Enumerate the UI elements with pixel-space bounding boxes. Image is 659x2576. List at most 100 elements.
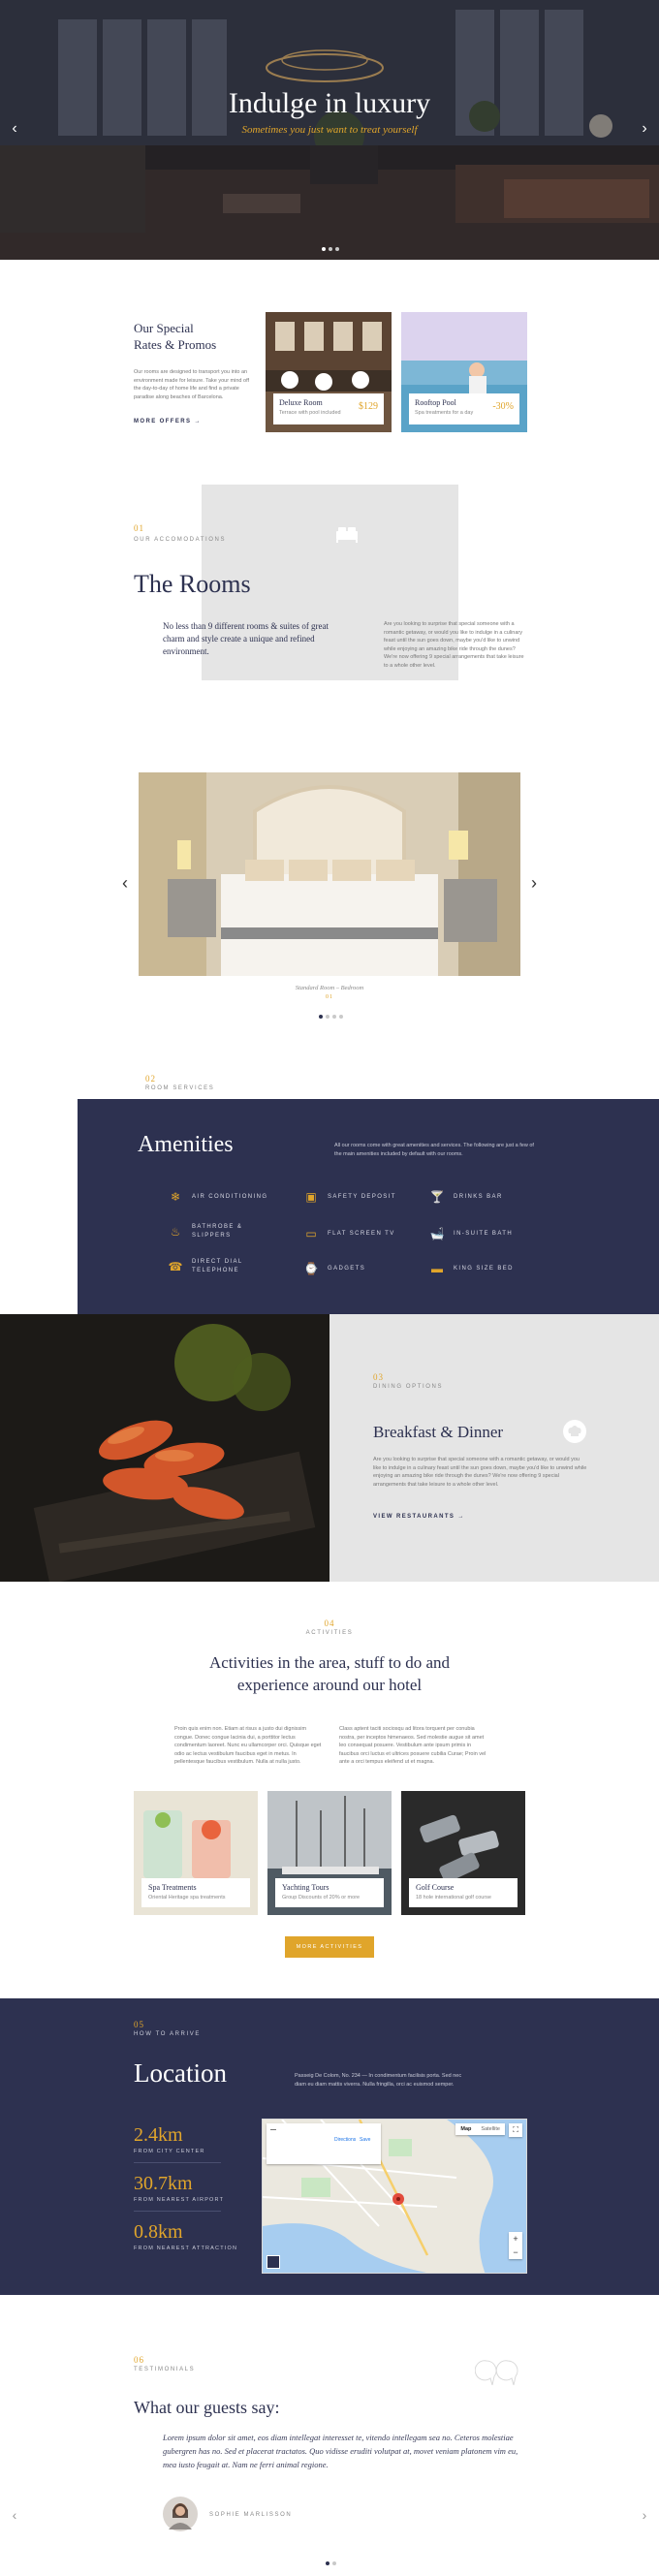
activity-desc: Oriental Heritage spa treatments <box>148 1895 226 1901</box>
map-widget[interactable]: — Directions Save Map Satellite ⛶ + − <box>262 2119 527 2274</box>
stat-attraction: 0.8km FROM NEAREST ATTRACTION <box>134 2221 237 2251</box>
hero-next-arrow-icon[interactable]: › <box>636 120 653 138</box>
activity-card-spa[interactable]: Spa Treatments Oriental Heritage spa tre… <box>134 1791 258 1915</box>
rooms-title: The Rooms <box>134 570 251 598</box>
testimonial-next-arrow-icon[interactable]: › <box>636 2506 653 2524</box>
testimonials-eyebrow: TESTIMONIALS <box>134 2367 196 2372</box>
more-activities-button[interactable]: MORE ACTIVITIES <box>285 1936 374 1958</box>
testimonials-number: 06 <box>134 2355 144 2365</box>
dining-grey-panel <box>330 1314 659 1582</box>
amenity-label: SAFETY DEPOSIT <box>328 1193 396 1200</box>
room-slide-image <box>139 772 520 976</box>
promo-card-deluxe[interactable]: Deluxe Room Terrace with pool included $… <box>266 312 392 432</box>
activity-label-spa: Spa Treatments Oriental Heritage spa tre… <box>141 1878 250 1907</box>
amenity-label: KING SIZE BED <box>454 1265 514 1272</box>
stat-divider <box>134 2211 221 2212</box>
map-tab-map[interactable]: Map <box>455 2123 476 2135</box>
rooms-section: 01 OUR ACCOMODATIONS The Rooms No less t… <box>0 485 659 1027</box>
testimonial-dot-2[interactable] <box>331 2561 336 2565</box>
testimonial-author: SOPHIE MARLISSON <box>209 2512 293 2518</box>
amenity-label-line2: TELEPHONE <box>192 1268 239 1273</box>
promo-price: $129 <box>359 401 378 412</box>
hero-dot-2[interactable] <box>328 247 332 251</box>
amenity-label: FLAT SCREEN TV <box>328 1230 395 1237</box>
rates-section: Our Special Rates & Promos Our rooms are… <box>0 291 659 456</box>
dining-eyebrow: DINING OPTIONS <box>373 1384 444 1390</box>
amenities-intro: All our rooms come with great amenities … <box>334 1143 534 1157</box>
room-dot-1[interactable] <box>318 1015 323 1019</box>
gadgets-icon: ⌚ <box>303 1262 319 1275</box>
map-type-toggle[interactable]: Map Satellite <box>455 2123 505 2135</box>
testimonial-dot-1[interactable] <box>325 2561 330 2565</box>
activity-label-yachting: Yachting Tours Group Discounts of 20% or… <box>275 1878 384 1907</box>
room-dot-4[interactable] <box>338 1015 343 1019</box>
map-directions-link[interactable]: Directions <box>334 2137 356 2143</box>
safety-deposit-icon: ▣ <box>305 1190 317 1204</box>
telephone-icon: ☎ <box>168 1260 183 1273</box>
dining-number: 03 <box>373 1372 384 1382</box>
king-size-bed-icon: ▬ <box>431 1262 443 1275</box>
amenity-safety-deposit: ▣ SAFETY DEPOSIT <box>302 1190 438 1204</box>
more-offers-label: MORE OFFERS <box>134 419 192 424</box>
testimonial-prev-arrow-icon[interactable]: ‹ <box>6 2506 23 2524</box>
location-section: 05 HOW TO ARRIVE Location Passeig De Col… <box>0 1998 659 2295</box>
testimonials-section: 06 TESTIMONIALS What our guests say: Lor… <box>0 2295 659 2576</box>
air-conditioning-icon: ❄ <box>170 1190 181 1204</box>
room-prev-arrow-icon[interactable]: ‹ <box>116 874 134 892</box>
activities-title: Activities in the area, stuff to do and … <box>0 1651 659 1696</box>
amenities-section: Amenities All our rooms come with great … <box>78 1099 659 1314</box>
amenities-eyebrow: ROOM SERVICES <box>145 1085 215 1091</box>
room-pagination-dots[interactable] <box>317 1006 344 1023</box>
hero-subtitle: Sometimes you just want to treat yoursel… <box>241 124 418 136</box>
map-thumbnail-icon[interactable] <box>267 2255 280 2269</box>
room-dot-3[interactable] <box>331 1015 336 1019</box>
activities-eyebrow: ACTIVITIES <box>305 1630 354 1636</box>
map-save-link[interactable]: Save <box>360 2137 370 2143</box>
stat-divider <box>134 2162 221 2163</box>
hero-prev-arrow-icon[interactable]: ‹ <box>6 120 23 138</box>
more-offers-link[interactable]: MORE OFFERS → <box>134 419 202 424</box>
drinks-bar-icon: 🍸 <box>429 1190 445 1204</box>
activities-number: 04 <box>324 1618 335 1628</box>
hero-dot-3[interactable] <box>334 247 339 251</box>
hero-section: Indulge in luxury Sometimes you just wan… <box>0 0 659 260</box>
zoom-out-icon[interactable]: − <box>509 2246 522 2259</box>
location-address: Passeig De Colom, No. 234 — In condiment… <box>295 2073 462 2088</box>
amenity-label: AIR CONDITIONING <box>192 1193 268 1200</box>
promo-card-rooftop[interactable]: Rooftop Pool Spa treatments for a day -3… <box>401 312 527 432</box>
activity-card-golf[interactable]: Golf Course 18 hole international golf c… <box>401 1791 525 1915</box>
hero-pagination-dots[interactable] <box>320 238 340 256</box>
map-fullscreen-icon[interactable]: ⛶ <box>509 2123 522 2137</box>
location-stats: 2.4km FROM CITY CENTER 30.7km FROM NEARE… <box>134 2124 237 2251</box>
rooms-number: 01 <box>134 523 144 533</box>
room-next-arrow-icon[interactable]: › <box>525 874 543 892</box>
activity-label-golf: Golf Course 18 hole international golf c… <box>409 1878 518 1907</box>
stat-airport: 30.7km FROM NEAREST AIRPORT <box>134 2173 237 2203</box>
room-slide-caption: Standard Room – Bedroom <box>295 985 364 991</box>
map-tab-satellite[interactable]: Satellite <box>476 2123 505 2135</box>
activity-card-yachting[interactable]: Yachting Tours Group Discounts of 20% or… <box>267 1791 392 1915</box>
amenities-title: Amenities <box>138 1132 234 1157</box>
hero-dot-1[interactable] <box>321 247 326 251</box>
testimonial-pagination-dots[interactable] <box>324 2553 337 2570</box>
zoom-in-icon[interactable]: + <box>509 2232 522 2246</box>
stat-value: 2.4km <box>134 2124 183 2146</box>
location-title: Location <box>134 2058 227 2088</box>
activity-title: Yachting Tours <box>282 1883 330 1892</box>
in-suite-bath-icon: 🛁 <box>429 1227 445 1241</box>
stat-value: 30.7km <box>134 2173 193 2194</box>
stat-label: FROM NEAREST AIRPORT <box>134 2197 225 2203</box>
activity-title: Golf Course <box>416 1883 455 1892</box>
amenity-label-line1: DIRECT DIAL <box>192 1259 243 1265</box>
amenity-in-suite-bath: 🛁 IN-SUITE BATH <box>428 1227 564 1241</box>
view-restaurants-link[interactable]: VIEW RESTAURANTS → <box>373 1514 465 1520</box>
dining-title: Breakfast & Dinner <box>373 1423 504 1441</box>
room-dot-2[interactable] <box>325 1015 330 1019</box>
map-zoom-controls[interactable]: + − <box>509 2232 522 2259</box>
rates-title-line2: Rates & Promos <box>134 337 217 352</box>
stat-city-center: 2.4km FROM CITY CENTER <box>134 2124 237 2154</box>
activity-title: Spa Treatments <box>148 1883 197 1892</box>
bathrobe-icon: ♨ <box>170 1225 181 1239</box>
dining-body: Are you looking to surprise that special… <box>373 1457 587 1488</box>
rooms-lead: No less than 9 different rooms & suites … <box>163 621 330 656</box>
